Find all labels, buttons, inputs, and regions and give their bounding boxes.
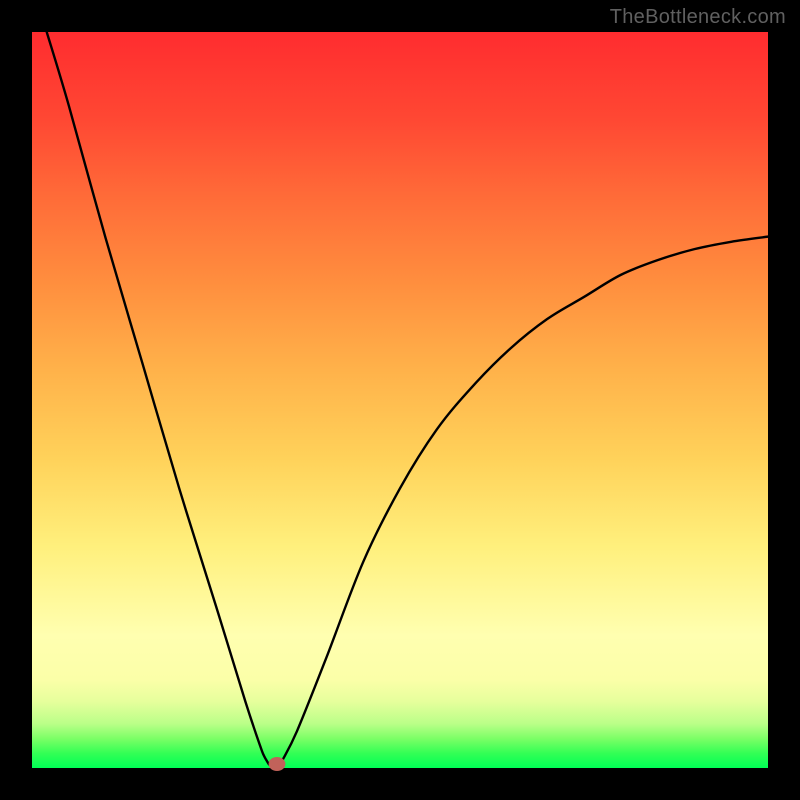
watermark-text: TheBottleneck.com [610, 6, 786, 29]
marker-dot [269, 757, 286, 771]
curve-svg [32, 32, 768, 768]
curve-left [47, 32, 269, 764]
curve-right [282, 237, 768, 761]
chart-container: TheBottleneck.com [0, 0, 800, 800]
plot-area [32, 32, 768, 768]
